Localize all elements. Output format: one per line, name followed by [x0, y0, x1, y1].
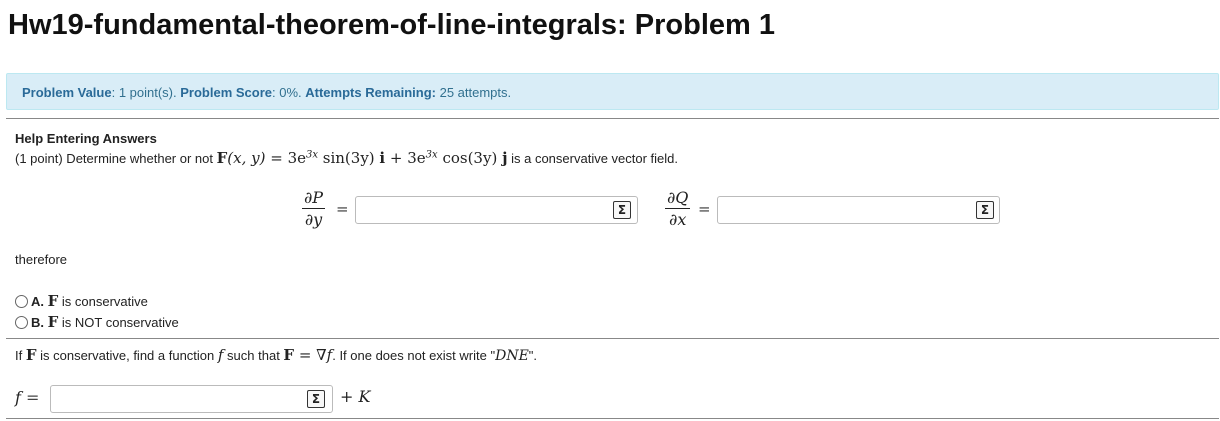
divider: [6, 118, 1219, 119]
help-entering-answers-link[interactable]: Help Entering Answers: [15, 131, 157, 146]
plus-k-label: + K: [340, 387, 371, 406]
f-equals-label: f =: [15, 388, 40, 407]
divider: [6, 418, 1219, 419]
equals-sign: =: [336, 200, 349, 218]
problem-score-label: Problem Score: [180, 85, 272, 100]
partial-p-partial-y: ∂P ∂y: [302, 188, 326, 229]
problem-score: : 0%.: [272, 85, 306, 100]
attempts-label: Attempts Remaining:: [305, 85, 436, 100]
potential-function-input[interactable]: [50, 385, 333, 413]
partial-q-partial-x: ∂Q ∂x: [665, 188, 691, 229]
sigma-icon[interactable]: Σ: [976, 201, 994, 219]
sigma-icon[interactable]: Σ: [307, 390, 325, 408]
attempts-remaining: 25 attempts.: [435, 85, 512, 100]
question-text: (1 point) Determine whether or not F(x, …: [15, 149, 679, 167]
problem-value: : 1 point(s).: [111, 85, 181, 100]
problem-info-bar: Problem Value: 1 point(s). Problem Score…: [6, 73, 1219, 110]
option-a-label[interactable]: A. F is conservative: [31, 292, 148, 310]
option-b-label[interactable]: B. F is NOT conservative: [31, 313, 179, 331]
dp-dy-answer-input[interactable]: [355, 196, 638, 224]
dq-dx-answer-input[interactable]: [717, 196, 1000, 224]
potential-function-prompt: If F is conservative, find a function f …: [15, 346, 538, 364]
option-b-radio[interactable]: [15, 316, 28, 329]
divider: [6, 338, 1219, 339]
page-title: Hw19-fundamental-theorem-of-line-integra…: [8, 9, 775, 41]
therefore-text: therefore: [15, 252, 68, 267]
sigma-icon[interactable]: Σ: [613, 201, 631, 219]
problem-info-text: Problem Value: 1 point(s). Problem Score…: [22, 85, 511, 100]
equals-sign: =: [698, 200, 711, 218]
problem-value-label: Problem Value: [22, 85, 112, 100]
option-a-radio[interactable]: [15, 295, 28, 308]
vector-field-F: F: [216, 149, 228, 167]
